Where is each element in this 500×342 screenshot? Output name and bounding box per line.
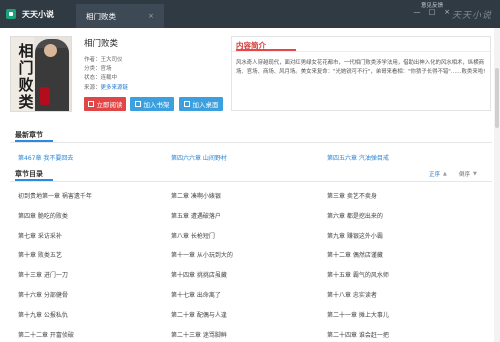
chapter-link[interactable]: 第十四章 挑挑店虽藏 <box>171 270 227 279</box>
chapter-link[interactable]: 第十一章 从小玩到大的 <box>171 250 233 259</box>
chapter-link[interactable]: 第十三章 进门一刀 <box>18 270 68 279</box>
chapter-link[interactable]: 第六章 都是挖出来的 <box>327 211 383 220</box>
chapter-link[interactable]: 第十章 败类五艺 <box>18 250 62 259</box>
add-to-desktop-label: 加入桌面 <box>192 101 219 109</box>
chapter-link[interactable]: 第五章 遭遇破落户 <box>171 211 221 220</box>
chapter-link[interactable]: 第八章 长枪短门 <box>171 231 215 240</box>
book-status: 状态：连载中 <box>84 75 118 81</box>
intro-panel: 内容简介 风水奇人穿越现代，面对红男绿女花花都市，一代相门败类涉学法用，借助出神… <box>231 36 491 111</box>
read-now-button[interactable]: 立即阅读 <box>84 97 126 111</box>
book-title: 相门败类 <box>84 39 119 49</box>
book-source-label: 来源： <box>84 85 101 91</box>
window-close-icon[interactable]: × <box>443 8 451 16</box>
tab-label: 相门败类 <box>86 11 116 21</box>
chapter-link[interactable]: 第四章 脆吃的败类 <box>18 211 68 220</box>
app-logo-icon <box>6 9 16 19</box>
book-source: 来源：更多来源链 <box>84 83 214 91</box>
chapter-link[interactable]: 第十七章 出命离了 <box>171 290 221 299</box>
window-controls: — □ × <box>413 8 451 16</box>
add-to-shelf-button[interactable]: 加入书架 <box>130 97 174 111</box>
latest-chapter-link[interactable]: 第四五六章 汽油弹目戒 <box>327 153 389 162</box>
latest-chapters-title: 最新章节 <box>15 131 43 139</box>
latest-chapter-link[interactable]: 第四六六章 山间野村 <box>171 153 227 162</box>
intro-text: 风水奇人穿越现代，面对红男绿女花花都市，一代相门败类涉学法用，借助出神入化的风水… <box>236 60 486 75</box>
chapter-link[interactable]: 第二十一章 摊上大事儿 <box>327 310 389 319</box>
book-source-link[interactable]: 更多来源链 <box>101 85 129 91</box>
add-to-desktop-button[interactable]: 加入桌面 <box>179 97 223 111</box>
cover-title: 相门败类 <box>18 42 34 111</box>
toc-title: 章节目录 <box>15 170 43 178</box>
tab-book[interactable]: 相门败类 × <box>76 4 164 28</box>
chapter-link[interactable]: 第七章 采访采补 <box>18 231 62 240</box>
tab-close-icon[interactable]: × <box>148 12 154 20</box>
title-bar: 天天小说 相门败类 × 意见反馈 — □ × 天天小说 <box>0 0 500 28</box>
toc-divider <box>10 181 492 182</box>
desktop-icon <box>183 101 190 107</box>
sort-descending-button[interactable]: 倒序 <box>459 170 470 178</box>
read-now-label: 立即阅读 <box>96 101 123 109</box>
book-cover: 相门败类 <box>10 36 72 112</box>
book-category: 分类：官场 <box>84 66 112 72</box>
chapter-link[interactable]: 第三章 卖艺不卖身 <box>327 191 377 200</box>
chapter-link[interactable]: 第二十二章 开富侦破 <box>18 330 74 339</box>
chapter-link[interactable]: 第十五章 霸气的风水师 <box>327 270 389 279</box>
book-icon <box>87 101 94 107</box>
scrollbar-thumb[interactable] <box>495 68 499 128</box>
chapter-link[interactable]: 第二章 凑啊小婊银 <box>171 191 221 200</box>
sort-arrow-icon: ▲ <box>443 171 447 177</box>
sort-ascending-button[interactable]: 正序 <box>429 170 440 178</box>
brand-logo: 天天小说 <box>452 11 493 21</box>
add-to-shelf-label: 加入书架 <box>143 101 170 109</box>
chapter-link[interactable]: 第二十章 配偶与人逢 <box>171 310 227 319</box>
intro-divider <box>232 51 490 52</box>
app-header[interactable]: 天天小说 <box>2 5 64 23</box>
minimize-icon[interactable]: — <box>413 8 421 16</box>
book-author: 作者：王大司仪 <box>84 57 123 63</box>
chapter-link[interactable]: 第十九章 公报私仇 <box>18 310 68 319</box>
cover-figure <box>35 39 69 111</box>
chapter-link[interactable]: 第二十四章 谁会赶一把 <box>327 330 389 339</box>
sort-arrow-icon: ▼ <box>473 171 477 177</box>
scrollbar[interactable] <box>494 28 500 342</box>
latest-chapter-link[interactable]: 第467章 我不要回去 <box>18 153 73 162</box>
chapter-link[interactable]: 第十八章 忠实读者 <box>327 290 377 299</box>
chapter-link[interactable]: 初到贵地第一章 祸害遗千年 <box>18 191 92 200</box>
latest-divider <box>10 142 492 143</box>
app-name: 天天小说 <box>22 9 54 19</box>
chapter-link[interactable]: 第十二章 偶然店谨藏 <box>327 250 383 259</box>
chapter-link[interactable]: 第十六章 分部健骨 <box>18 290 68 299</box>
chapter-link[interactable]: 第二十三章 迷骂脚鲜 <box>171 330 227 339</box>
shelf-icon <box>134 101 141 107</box>
chapter-link[interactable]: 第九章 赚银这外小霸 <box>327 231 383 240</box>
maximize-icon[interactable]: □ <box>428 8 436 16</box>
